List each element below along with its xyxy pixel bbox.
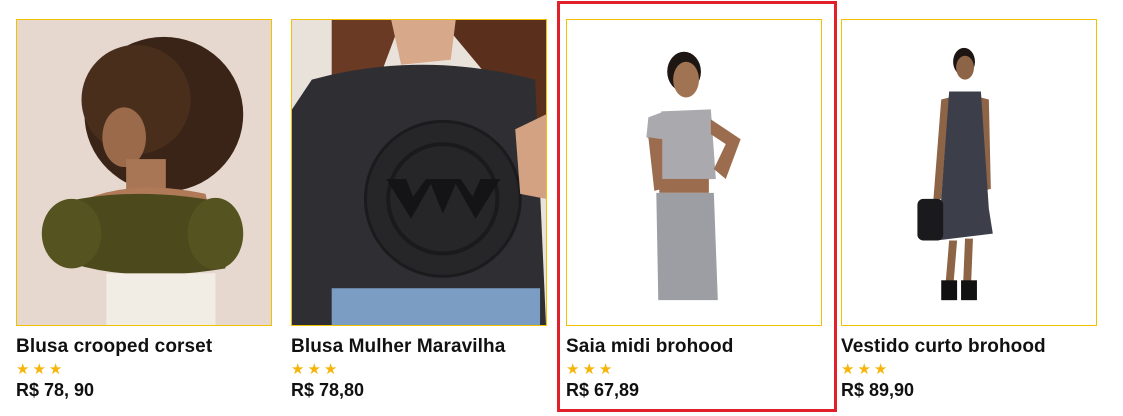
product-name[interactable]: Saia midi brohood (566, 336, 733, 358)
product-name[interactable]: Vestido curto brohood (841, 336, 1046, 358)
product-image[interactable] (16, 19, 272, 326)
product-photo (17, 20, 271, 325)
rating-stars: ★★★ (16, 361, 66, 378)
rating-stars: ★★★ (566, 361, 616, 378)
product-photo (567, 20, 821, 325)
product-card-blusa-mulher-maravilha[interactable]: Blusa Mulher Maravilha ★★★ R$ 78,80 (291, 0, 551, 416)
product-image[interactable] (566, 19, 822, 326)
product-name[interactable]: Blusa crooped corset (16, 336, 212, 358)
product-image[interactable] (291, 19, 547, 326)
product-card-saia-midi-brohood[interactable]: Saia midi brohood ★★★ R$ 67,89 (566, 0, 826, 416)
product-card-blusa-crooped-corset[interactable]: Blusa crooped corset ★★★ R$ 78, 90 (16, 0, 276, 416)
rating-stars: ★★★ (841, 361, 891, 378)
product-name[interactable]: Blusa Mulher Maravilha (291, 336, 505, 358)
product-image[interactable] (841, 19, 1097, 326)
product-photo (842, 20, 1096, 325)
product-price: R$ 67,89 (566, 380, 640, 400)
product-photo (292, 20, 546, 325)
rating-stars: ★★★ (291, 361, 341, 378)
product-price: R$ 78,80 (291, 380, 365, 400)
product-card-vestido-curto-brohood[interactable]: Vestido curto brohood ★★★ R$ 89,90 (841, 0, 1101, 416)
product-price: R$ 78, 90 (16, 380, 95, 400)
product-price: R$ 89,90 (841, 380, 915, 400)
